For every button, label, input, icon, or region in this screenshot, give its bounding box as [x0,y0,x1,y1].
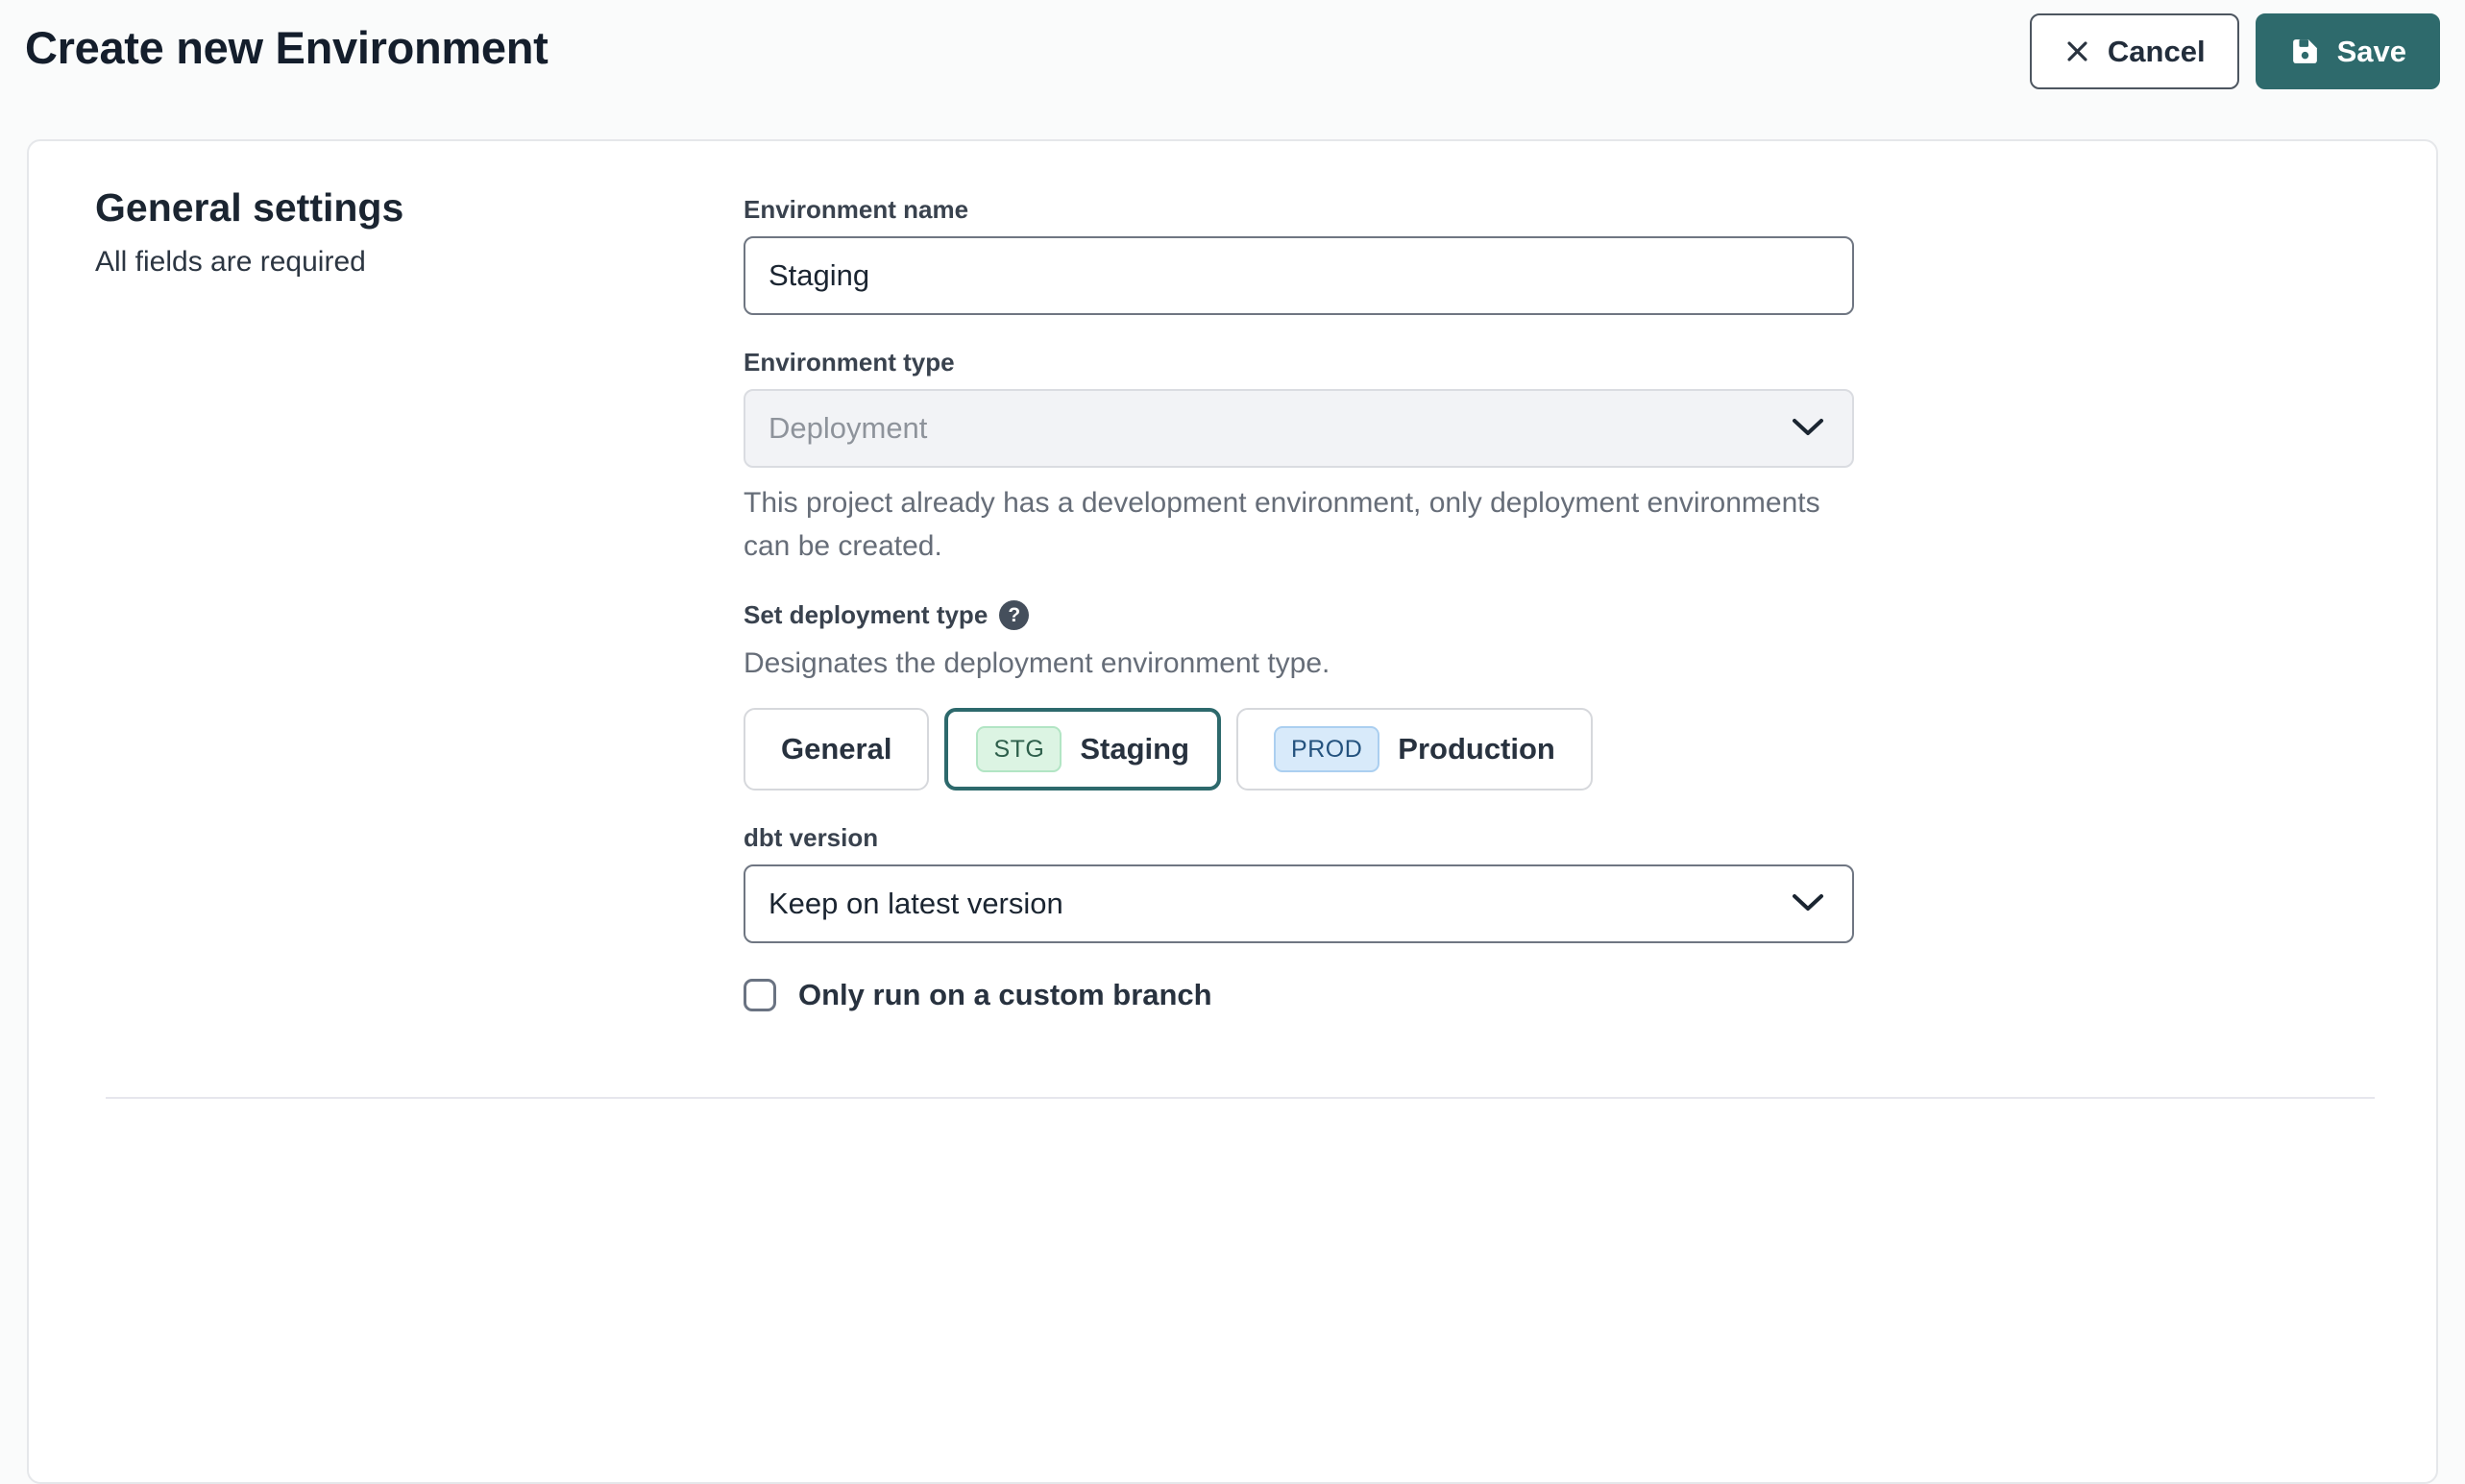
environment-type-field: Environment type Deployment This project… [744,348,1854,568]
stg-badge: STG [976,726,1062,772]
prod-badge: PROD [1274,726,1379,772]
deployment-type-label-row: Set deployment type ? [744,600,1854,630]
environment-type-select[interactable]: Deployment [744,389,1854,468]
deployment-type-field: Set deployment type ? Designates the dep… [744,600,1854,791]
page-title: Create new Environment [25,21,548,74]
dbt-version-label: dbt version [744,823,1854,853]
page-header: Create new Environment Cancel Save [0,0,2465,89]
deployment-type-option-staging[interactable]: STG Staging [944,708,1221,791]
save-button[interactable]: Save [2256,13,2440,89]
custom-branch-label: Only run on a custom branch [798,978,1212,1012]
deployment-type-option-general[interactable]: General [744,708,929,791]
deployment-type-options: General STG Staging PROD Production [744,708,1854,791]
dbt-version-select[interactable]: Keep on latest version [744,864,1854,943]
environment-type-value: Deployment [769,411,927,446]
general-settings-card: General settings All fields are required… [27,139,2438,1484]
environment-type-label: Environment type [744,348,1854,377]
cancel-button[interactable]: Cancel [2030,13,2239,89]
dbt-version-field: dbt version Keep on latest version [744,823,1854,943]
section-subtitle: All fields are required [95,246,744,279]
environment-name-field: Environment name [744,195,1854,315]
custom-branch-row: Only run on a custom branch [744,978,1854,1012]
cancel-button-label: Cancel [2108,35,2206,69]
section-divider [106,1097,2375,1099]
section-title: General settings [95,185,744,231]
deployment-type-option-staging-label: Staging [1080,732,1189,766]
deployment-type-description: Designates the deployment environment ty… [744,642,1854,685]
floppy-disk-icon [2289,36,2321,67]
deployment-type-option-production[interactable]: PROD Production [1236,708,1593,791]
chevron-down-icon [1791,411,1825,446]
environment-type-helper: This project already has a development e… [744,481,1854,568]
environment-name-label: Environment name [744,195,1854,225]
deployment-type-label: Set deployment type [744,600,988,630]
chevron-down-icon [1791,887,1825,921]
dbt-version-value: Keep on latest version [769,887,1063,921]
question-circle-icon[interactable]: ? [999,600,1029,630]
section-intro: General settings All fields are required [95,185,744,1012]
save-button-label: Save [2337,35,2406,69]
header-actions: Cancel Save [2030,13,2440,89]
card-body: General settings All fields are required… [29,141,2436,1012]
settings-form: Environment name Environment type Deploy… [744,185,1854,1012]
deployment-type-option-general-label: General [781,732,891,766]
deployment-type-option-production-label: Production [1398,732,1555,766]
x-icon [2063,37,2091,65]
custom-branch-checkbox[interactable] [744,979,776,1011]
environment-name-input[interactable] [744,236,1854,315]
